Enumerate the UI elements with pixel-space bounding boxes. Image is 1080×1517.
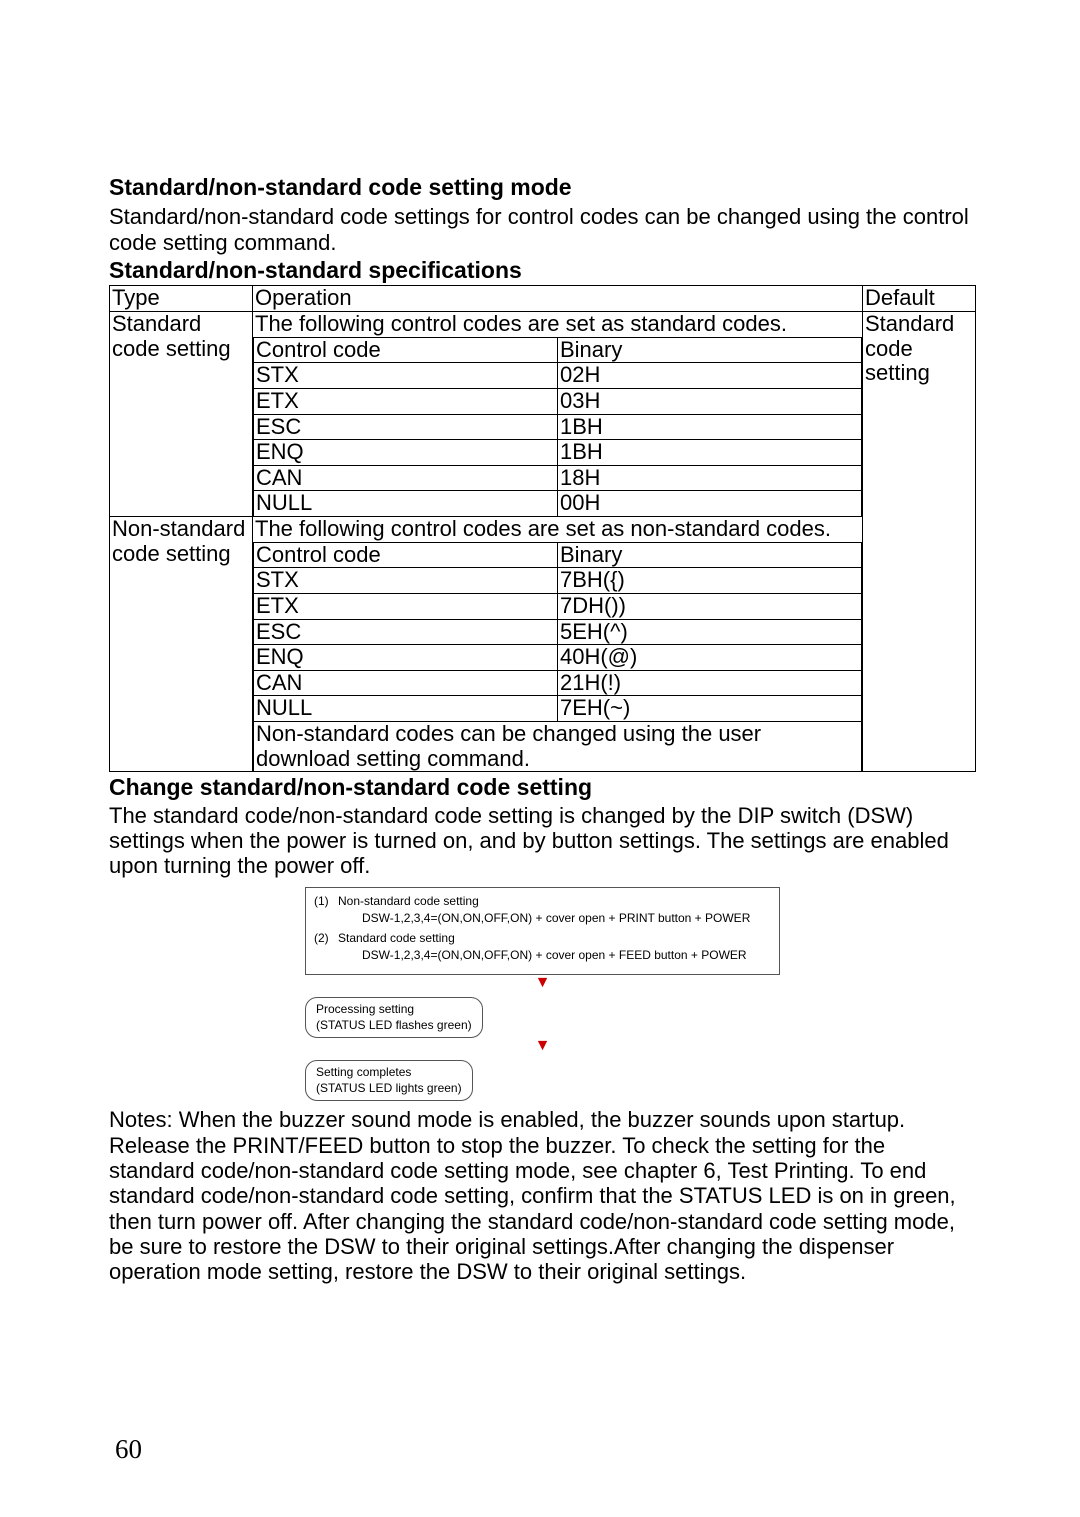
heading-mode: Standard/non-standard code setting mode (109, 174, 976, 200)
cell: CAN (254, 465, 558, 491)
col-head-type: Type (110, 286, 253, 312)
cell: CAN (254, 670, 558, 696)
cell: 00H (558, 491, 862, 516)
type-nonstandard: Non-standard code setting (110, 517, 253, 772)
cell: 5EH(^) (558, 619, 862, 645)
cell: 1BH (558, 440, 862, 466)
nonstandard-codes-table: Control codeBinary STX7BH({) ETX7DH()) E… (253, 542, 862, 772)
default-standard: Standard code setting (863, 312, 976, 772)
step-detail-1: DSW-1,2,3,4=(ON,ON,OFF,ON) + cover open … (362, 911, 771, 927)
cell: 40H(@) (558, 645, 862, 671)
standard-codes-table: Control codeBinary STX02H ETX03H ESC1BH … (253, 337, 862, 516)
step-detail-2: DSW-1,2,3,4=(ON,ON,OFF,ON) + cover open … (362, 948, 771, 964)
cell: 02H (558, 363, 862, 389)
cell: NULL (254, 696, 558, 722)
notes-paragraph: Notes: When the buzzer sound mode is ena… (109, 1107, 976, 1284)
heading-specs: Standard/non-standard specifications (109, 257, 976, 283)
sub-head-binary: Binary (558, 542, 862, 568)
cell: 03H (558, 388, 862, 414)
cell: NULL (254, 491, 558, 516)
sub-head-binary: Binary (558, 337, 862, 363)
cell: STX (254, 363, 558, 389)
type-standard: Standard code setting (110, 312, 253, 517)
arrow-down-icon: ▼ (305, 1038, 780, 1054)
cell: 7BH({) (558, 568, 862, 594)
step-num-2: (2) (314, 931, 338, 947)
heading-change: Change standard/non-standard code settin… (109, 774, 976, 800)
complete-bubble: Setting completes (STATUS LED lights gre… (305, 1060, 473, 1101)
setting-flow-figure: (1) Non-standard code setting DSW-1,2,3,… (305, 887, 780, 1102)
col-head-default: Default (863, 286, 976, 312)
op-intro-nonstandard: The following control codes are set as n… (253, 517, 863, 542)
col-head-operation: Operation (253, 286, 863, 312)
cell: 1BH (558, 414, 862, 440)
cell: 7EH(~) (558, 696, 862, 722)
step-title-1: Non-standard code setting (338, 894, 771, 910)
change-paragraph: The standard code/non-standard code sett… (109, 803, 976, 879)
nonstandard-note: Non-standard codes can be changed using … (254, 722, 862, 772)
step-num-1: (1) (314, 894, 338, 910)
arrow-down-icon: ▼ (305, 975, 780, 991)
specifications-table: Type Operation Default Standard code set… (109, 285, 976, 772)
op-intro-standard: The following control codes are set as s… (253, 312, 863, 337)
cell: STX (254, 568, 558, 594)
sub-head-code: Control code (254, 337, 558, 363)
cell: ESC (254, 414, 558, 440)
document-page: Standard/non-standard code setting mode … (0, 0, 1080, 1517)
intro-paragraph: Standard/non-standard code settings for … (109, 204, 976, 255)
cell: ESC (254, 619, 558, 645)
cell: 18H (558, 465, 862, 491)
cell: ENQ (254, 645, 558, 671)
cell: ENQ (254, 440, 558, 466)
cell: ETX (254, 593, 558, 619)
step-title-2: Standard code setting (338, 931, 771, 947)
cell: ETX (254, 388, 558, 414)
processing-bubble: Processing setting (STATUS LED flashes g… (305, 997, 483, 1038)
cell: 7DH()) (558, 593, 862, 619)
page-number: 60 (115, 1434, 142, 1465)
sub-head-code: Control code (254, 542, 558, 568)
cell: 21H(!) (558, 670, 862, 696)
